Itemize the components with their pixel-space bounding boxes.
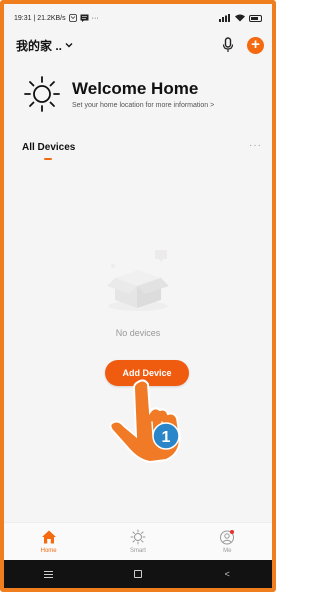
status-left: 19:31 | 21.2KB/s ···	[14, 14, 99, 22]
bottom-tab-bar: Home Smart Me	[4, 522, 272, 560]
nav-home-button[interactable]	[118, 564, 158, 584]
tab-smart-label: Smart	[129, 548, 146, 554]
microphone-icon[interactable]	[221, 37, 235, 53]
timer-icon	[68, 14, 77, 22]
welcome-title: Welcome Home	[72, 79, 199, 98]
active-tab-indicator	[44, 158, 52, 160]
welcome-subtitle-link[interactable]: Set your home location for more informat…	[72, 102, 214, 109]
tab-smart[interactable]: Smart	[108, 529, 168, 554]
no-devices-text: No devices	[115, 328, 161, 338]
status-time-speed: 19:31 | 21.2KB/s	[14, 14, 66, 22]
tab-me-label: Me	[223, 548, 232, 554]
home-name-label: 我的家 ..	[16, 38, 63, 53]
add-button[interactable]: +	[247, 36, 264, 54]
wifi-icon	[235, 14, 245, 22]
top-actions: +	[221, 36, 264, 54]
tab-all-devices[interactable]: All Devices	[22, 142, 76, 160]
empty-box-icon	[107, 250, 169, 311]
welcome-text: Welcome Home Set your home location for …	[72, 79, 214, 109]
nav-back-button[interactable]: <	[207, 564, 247, 584]
hand-pointer-icon: 1	[109, 379, 182, 464]
welcome-card[interactable]: Welcome Home Set your home location for …	[22, 74, 214, 114]
chevron-down-icon	[65, 43, 73, 48]
tab-me[interactable]: Me	[197, 529, 257, 554]
status-right	[219, 14, 262, 22]
phone-screen: 19:31 | 21.2KB/s ··· 我的家 .. + Welcome Ho…	[0, 0, 276, 592]
nav-menu-button[interactable]	[29, 564, 69, 584]
room-tabs: All Devices ···	[22, 141, 262, 164]
menu-icon	[44, 570, 54, 578]
battery-icon	[249, 14, 262, 22]
top-bar: 我的家 .. +	[16, 34, 264, 56]
square-icon	[133, 570, 142, 578]
tab-home-label: Home	[40, 548, 57, 554]
message-icon	[80, 14, 89, 22]
empty-state: No devices	[4, 244, 272, 338]
home-icon	[41, 530, 56, 544]
home-selector[interactable]: 我的家 ..	[16, 37, 73, 54]
more-icon: ···	[91, 14, 99, 22]
sun-icon	[24, 76, 60, 112]
step-number: 1	[162, 429, 171, 446]
profile-icon	[220, 530, 235, 545]
tab-all-devices-label: All Devices	[22, 142, 76, 153]
more-options-icon[interactable]: ···	[249, 141, 262, 151]
status-bar: 19:31 | 21.2KB/s ···	[14, 11, 262, 25]
signal-icon	[219, 14, 230, 22]
sun-icon	[130, 529, 146, 545]
system-nav-bar: <	[4, 560, 272, 588]
tab-home[interactable]: Home	[19, 529, 79, 554]
